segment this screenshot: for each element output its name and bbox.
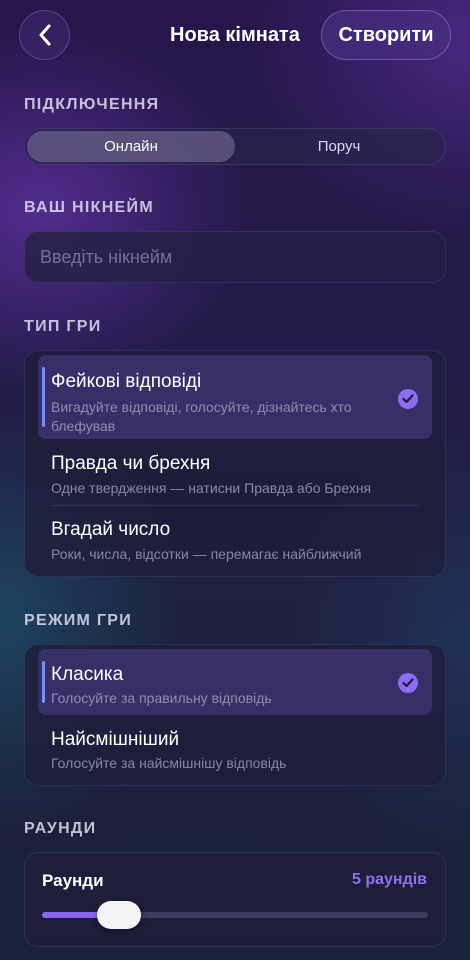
checkmark-icon — [398, 673, 418, 693]
option-subtitle: Голосуйте за правильну відповідь — [51, 690, 272, 706]
game-mode-section-label: РЕЖИМ ГРИ — [24, 612, 133, 629]
segment-online[interactable]: Онлайн — [27, 131, 235, 162]
nickname-input[interactable] — [25, 232, 445, 282]
game-mode-option-funniest[interactable]: Найсмішніший Голосуйте за найсмішнішу ві… — [25, 715, 445, 785]
option-title: Фейкові відповіді — [51, 371, 202, 392]
rounds-slider-label: Раунди — [42, 871, 104, 890]
option-subtitle: Голосуйте за найсмішнішу відповідь — [51, 755, 287, 771]
game-type-option-fake-answers[interactable]: Фейкові відповіді Вигадуйте відповіді, г… — [38, 355, 432, 439]
segment-nearby[interactable]: Поруч — [235, 131, 443, 162]
game-mode-list: Класика Голосуйте за правильну відповідь… — [24, 644, 446, 786]
game-mode-option-classic[interactable]: Класика Голосуйте за правильну відповідь — [38, 649, 432, 715]
option-subtitle: Вигадуйте відповіді, голосуйте, дізнайте… — [51, 399, 352, 434]
nickname-field-container — [24, 231, 446, 283]
game-type-list: Фейкові відповіді Вигадуйте відповіді, г… — [24, 350, 446, 577]
option-title: Вгадай число — [51, 519, 171, 540]
create-button[interactable]: Створити — [321, 10, 451, 60]
header: Нова кімната Створити — [0, 10, 470, 60]
option-title: Класика — [51, 664, 124, 685]
game-type-option-truth-or-lie[interactable]: Правда чи брехня Одне твердження — натис… — [25, 439, 445, 505]
back-button[interactable] — [19, 10, 70, 60]
option-title: Найсмішніший — [51, 729, 180, 750]
game-type-option-guess-number[interactable]: Вгадай число Роки, числа, відсотки — пер… — [25, 506, 445, 576]
connection-section-label: ПІДКЛЮЧЕННЯ — [24, 96, 160, 113]
nickname-section-label: ВАШ НІКНЕЙМ — [24, 199, 154, 216]
page-title: Нова кімната — [170, 24, 300, 46]
rounds-card: Раунди 5 раундів — [24, 852, 446, 947]
game-type-section-label: ТИП ГРИ — [24, 318, 102, 335]
rounds-value: 5 раундів — [351, 871, 427, 888]
option-subtitle: Одне твердження — натисни Правда або Бре… — [51, 480, 372, 496]
option-subtitle: Роки, числа, відсотки — перемагає найбли… — [51, 546, 362, 562]
connection-segmented-control: Онлайн Поруч — [24, 128, 446, 165]
option-title: Правда чи брехня — [51, 453, 211, 474]
checkmark-icon — [398, 389, 418, 409]
chevron-left-icon — [39, 24, 50, 46]
rounds-slider-thumb[interactable] — [96, 901, 141, 929]
rounds-section-label: РАУНДИ — [24, 820, 97, 837]
rounds-slider-track[interactable] — [42, 901, 428, 929]
